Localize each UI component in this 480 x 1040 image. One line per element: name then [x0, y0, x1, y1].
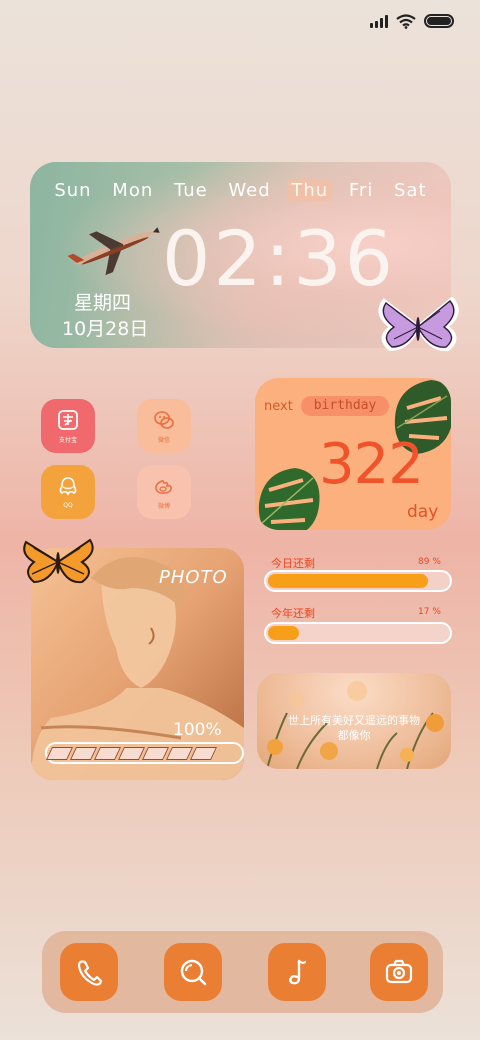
progress-segment	[93, 746, 122, 760]
quote-text: 世上所有美好又遥远的事物 都像你	[267, 713, 441, 743]
camera-icon	[385, 959, 413, 984]
day-label-active: Thu	[287, 180, 333, 201]
progress-segment	[189, 746, 218, 760]
phone-icon	[77, 960, 103, 986]
music-icon	[289, 959, 307, 985]
day-label: Sun	[54, 180, 92, 201]
progress-segment	[117, 746, 146, 760]
app-qq[interactable]: QQ	[41, 465, 95, 519]
app-label: 微博	[157, 503, 170, 510]
airplane-icon	[67, 227, 160, 276]
progress-segment	[45, 746, 74, 760]
wifi-icon	[396, 13, 416, 29]
day-progress-fill	[268, 574, 429, 588]
quote-line: 世上所有美好又遥远的事物	[288, 714, 420, 727]
birthday-badge: birthday	[301, 396, 389, 416]
signal-icon	[370, 14, 388, 28]
day-label: Tue	[173, 180, 208, 201]
quote-widget[interactable]: 世上所有美好又遥远的事物 都像你	[257, 673, 451, 769]
birthday-unit: day	[407, 502, 439, 522]
progress-segment	[165, 746, 194, 760]
weekday-row: Sun Mon Tue Wed Thu Fri Sat	[30, 180, 451, 201]
app-alipay[interactable]: 支付宝	[41, 399, 95, 453]
app-label: 支付宝	[58, 437, 77, 444]
photo-label: PHOTO	[159, 567, 228, 588]
butterfly-sticker	[378, 297, 459, 352]
year-progress-percent: 17 %	[418, 607, 441, 617]
app-label: 微信	[157, 437, 170, 444]
day-progress-bar	[264, 570, 452, 592]
year-progress-fill	[268, 626, 299, 640]
progress-segment	[141, 746, 170, 760]
qq-icon	[59, 477, 77, 496]
wechat-icon	[154, 411, 174, 429]
day-progress-label: 今日还剩	[271, 557, 315, 570]
search-icon	[180, 959, 207, 986]
dock-music-button[interactable]	[268, 943, 326, 1001]
monstera-leaf-bottom	[258, 468, 320, 530]
dock-camera-button[interactable]	[370, 943, 428, 1001]
birthday-countdown: 322	[319, 432, 424, 497]
app-weibo[interactable]: 微博	[137, 465, 191, 519]
date-text: 10月28日	[62, 318, 149, 340]
weibo-icon	[155, 480, 172, 494]
day-label: Mon	[112, 180, 154, 201]
app-wechat[interactable]: 微信	[137, 399, 191, 453]
day-label: Fri	[348, 180, 374, 201]
status-bar	[370, 10, 454, 32]
photo-percent: 100%	[173, 720, 222, 740]
quote-line: 都像你	[337, 729, 371, 742]
day-label: Wed	[228, 180, 271, 201]
day-progress-percent: 89 %	[418, 557, 441, 567]
weekday-text: 星期四	[74, 292, 132, 314]
clock-time: 02:36	[162, 214, 397, 303]
dock	[42, 931, 443, 1013]
dock-phone-button[interactable]	[60, 943, 118, 1001]
birthday-prefix: next	[264, 399, 293, 414]
birthday-widget[interactable]: next birthday 322 day	[255, 378, 451, 530]
photo-progress-bar	[45, 742, 244, 764]
alipay-icon	[58, 410, 78, 430]
progress-segment	[69, 746, 98, 760]
year-progress-bar	[264, 622, 452, 644]
dock-search-button[interactable]	[164, 943, 222, 1001]
app-label: QQ	[63, 502, 73, 509]
day-label: Sat	[394, 180, 427, 201]
year-progress-label: 今年还剩	[271, 607, 315, 620]
battery-icon	[424, 14, 454, 28]
butterfly-sticker-orange	[23, 538, 94, 584]
